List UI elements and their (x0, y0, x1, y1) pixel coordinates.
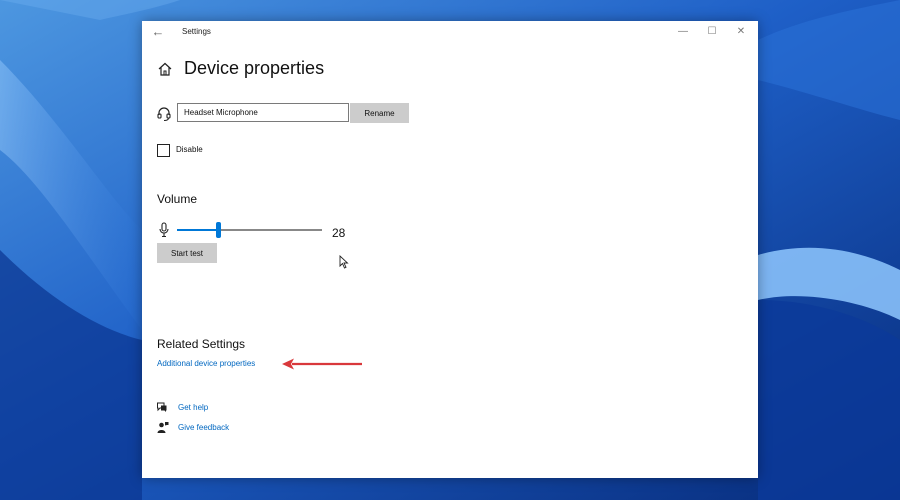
back-arrow-icon[interactable]: ← (150, 24, 166, 40)
give-feedback-link[interactable]: Give feedback (178, 423, 229, 432)
related-settings-heading: Related Settings (157, 337, 246, 351)
get-help-link[interactable]: Get help (178, 403, 208, 412)
mouse-cursor-icon (339, 255, 349, 269)
volume-slider-fill (177, 229, 218, 231)
start-test-button[interactable]: Start test (157, 243, 217, 263)
feedback-person-icon (157, 422, 169, 433)
app-title: Settings (182, 27, 211, 36)
minimize-button[interactable]: — (670, 23, 696, 41)
home-icon[interactable] (157, 61, 173, 77)
volume-value: 28 (332, 226, 346, 240)
microphone-icon (159, 222, 169, 238)
volume-slider[interactable] (177, 220, 322, 240)
title-bar: ← Settings — ☐ ✕ (142, 21, 758, 43)
maximize-button[interactable]: ☐ (699, 23, 725, 41)
page-title: Device properties (184, 58, 325, 78)
additional-device-properties-link[interactable]: Additional device properties (157, 359, 255, 368)
close-button[interactable]: ✕ (728, 23, 754, 41)
help-chat-icon (157, 402, 167, 412)
device-name-input[interactable] (177, 103, 349, 122)
volume-slider-thumb[interactable] (216, 222, 221, 238)
disable-label: Disable (176, 145, 203, 154)
settings-window: ← Settings — ☐ ✕ Device properties Renam… (142, 21, 758, 478)
red-arrow-annotation-icon (282, 358, 362, 370)
rename-button[interactable]: Rename (350, 103, 409, 123)
disable-checkbox[interactable] (157, 144, 170, 157)
volume-heading: Volume (157, 192, 198, 206)
headset-icon (157, 107, 171, 121)
